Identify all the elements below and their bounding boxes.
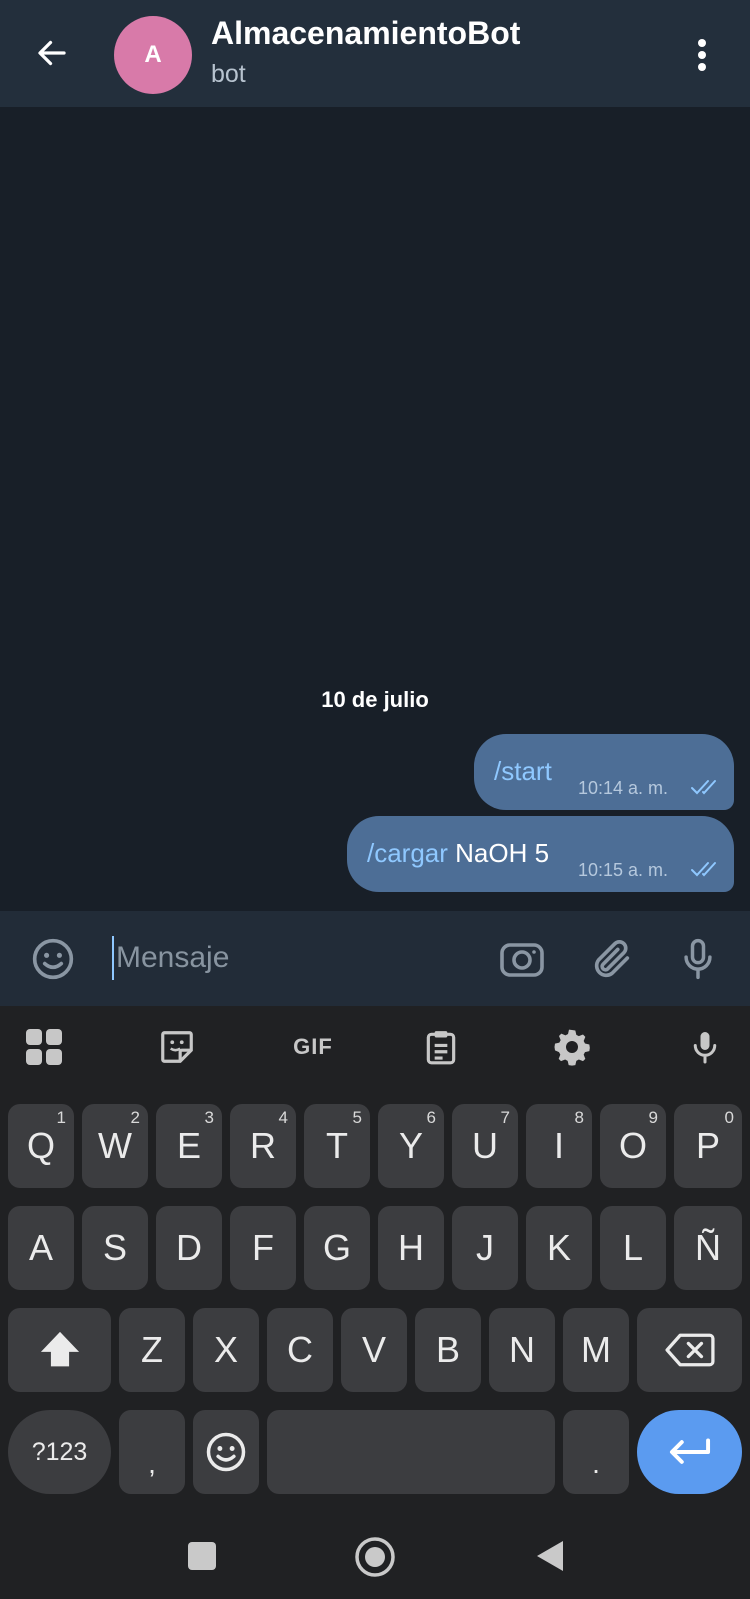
clipboard-icon (426, 1031, 456, 1065)
more-options-button[interactable] (682, 30, 722, 80)
key-m[interactable]: M (563, 1308, 629, 1392)
keyboard-voice-button[interactable] (680, 1022, 730, 1072)
key-q[interactable]: Q1 (8, 1104, 74, 1188)
sticker-button[interactable] (152, 1022, 202, 1072)
emoji-button[interactable] (28, 934, 78, 984)
backspace-key[interactable] (637, 1308, 742, 1392)
shift-icon (40, 1331, 79, 1367)
key-a[interactable]: A (8, 1206, 74, 1290)
key-b[interactable]: B (415, 1308, 481, 1392)
text-caret (112, 936, 114, 980)
sticker-icon (161, 1031, 193, 1063)
grid-icon (26, 1029, 62, 1065)
message-bubble[interactable]: /cargar NaOH 5 10:15 a. m. (347, 816, 734, 892)
attach-button[interactable] (586, 933, 638, 985)
clipboard-button[interactable] (416, 1022, 466, 1072)
space-key[interactable] (267, 1410, 555, 1494)
microphone-icon (693, 1032, 717, 1064)
key-t[interactable]: T5 (304, 1104, 370, 1188)
camera-icon (500, 943, 544, 977)
arrow-left-icon (38, 40, 66, 66)
period-key[interactable]: . (563, 1410, 629, 1494)
key-p[interactable]: P0 (674, 1104, 742, 1188)
gif-button[interactable]: GIF (283, 1022, 343, 1072)
triangle-back-icon (537, 1541, 563, 1571)
smiley-icon (206, 1432, 246, 1472)
key-d[interactable]: D (156, 1206, 222, 1290)
voice-message-button[interactable] (672, 933, 724, 985)
key-n[interactable]: N (489, 1308, 555, 1392)
shift-key[interactable] (8, 1308, 111, 1392)
key-w[interactable]: W2 (82, 1104, 148, 1188)
back-button[interactable] (24, 25, 80, 81)
nav-back-button[interactable] (528, 1534, 572, 1578)
emoji-key[interactable] (193, 1410, 259, 1494)
double-check-icon (691, 780, 716, 795)
keyboard-settings-button[interactable] (547, 1022, 597, 1072)
home-circle-icon (355, 1537, 395, 1577)
message-placeholder: Mensaje (116, 941, 230, 974)
soft-keyboard (0, 1006, 750, 1599)
more-vertical-icon (698, 39, 706, 71)
chat-title[interactable]: AlmacenamientoBot (211, 15, 520, 52)
gear-icon (554, 1029, 590, 1066)
bot-command-link[interactable]: /start (494, 756, 552, 786)
message-text: /start (494, 756, 552, 787)
key-s[interactable]: S (82, 1206, 148, 1290)
key-f[interactable]: F (230, 1206, 296, 1290)
home-button[interactable] (352, 1534, 398, 1580)
square-icon (188, 1542, 216, 1570)
key-k[interactable]: K (526, 1206, 592, 1290)
comma-key[interactable]: , (119, 1410, 185, 1494)
message-input[interactable]: Mensaje (112, 922, 472, 994)
key-i[interactable]: I8 (526, 1104, 592, 1188)
avatar[interactable]: A (114, 16, 192, 94)
camera-button[interactable] (496, 933, 548, 985)
key-l[interactable]: L (600, 1206, 666, 1290)
key-x[interactable]: X (193, 1308, 259, 1392)
message-time: 10:14 a. m. (578, 778, 669, 798)
key-v[interactable]: V (341, 1308, 407, 1392)
chat-subtitle: bot (211, 60, 246, 88)
double-check-icon (691, 862, 716, 877)
key-z[interactable]: Z (119, 1308, 185, 1392)
key-h[interactable]: H (378, 1206, 444, 1290)
backspace-icon (664, 1333, 715, 1367)
microphone-icon (684, 938, 712, 980)
key-o[interactable]: O9 (600, 1104, 666, 1188)
paperclip-icon (594, 940, 630, 978)
keyboard-apps-button[interactable] (19, 1022, 69, 1072)
date-separator: 10 de julio (321, 687, 429, 712)
symbols-key[interactable]: ?123 (8, 1410, 111, 1494)
key-e[interactable]: E3 (156, 1104, 222, 1188)
message-time: 10:15 a. m. (578, 860, 669, 880)
key-j[interactable]: J (452, 1206, 518, 1290)
recents-button[interactable] (180, 1534, 224, 1578)
key-g[interactable]: G (304, 1206, 370, 1290)
smiley-icon (32, 938, 74, 980)
enter-key[interactable] (637, 1410, 742, 1494)
message-text: /cargar NaOH 5 (367, 838, 550, 868)
key-u[interactable]: U7 (452, 1104, 518, 1188)
key-c[interactable]: C (267, 1308, 333, 1392)
bot-command-link[interactable]: /cargar (367, 838, 448, 868)
key-y[interactable]: Y6 (378, 1104, 444, 1188)
enter-icon (669, 1438, 710, 1464)
key-enye[interactable]: Ñ (674, 1206, 742, 1290)
message-bubble[interactable]: /start 10:14 a. m. (474, 734, 734, 810)
key-r[interactable]: R4 (230, 1104, 296, 1188)
